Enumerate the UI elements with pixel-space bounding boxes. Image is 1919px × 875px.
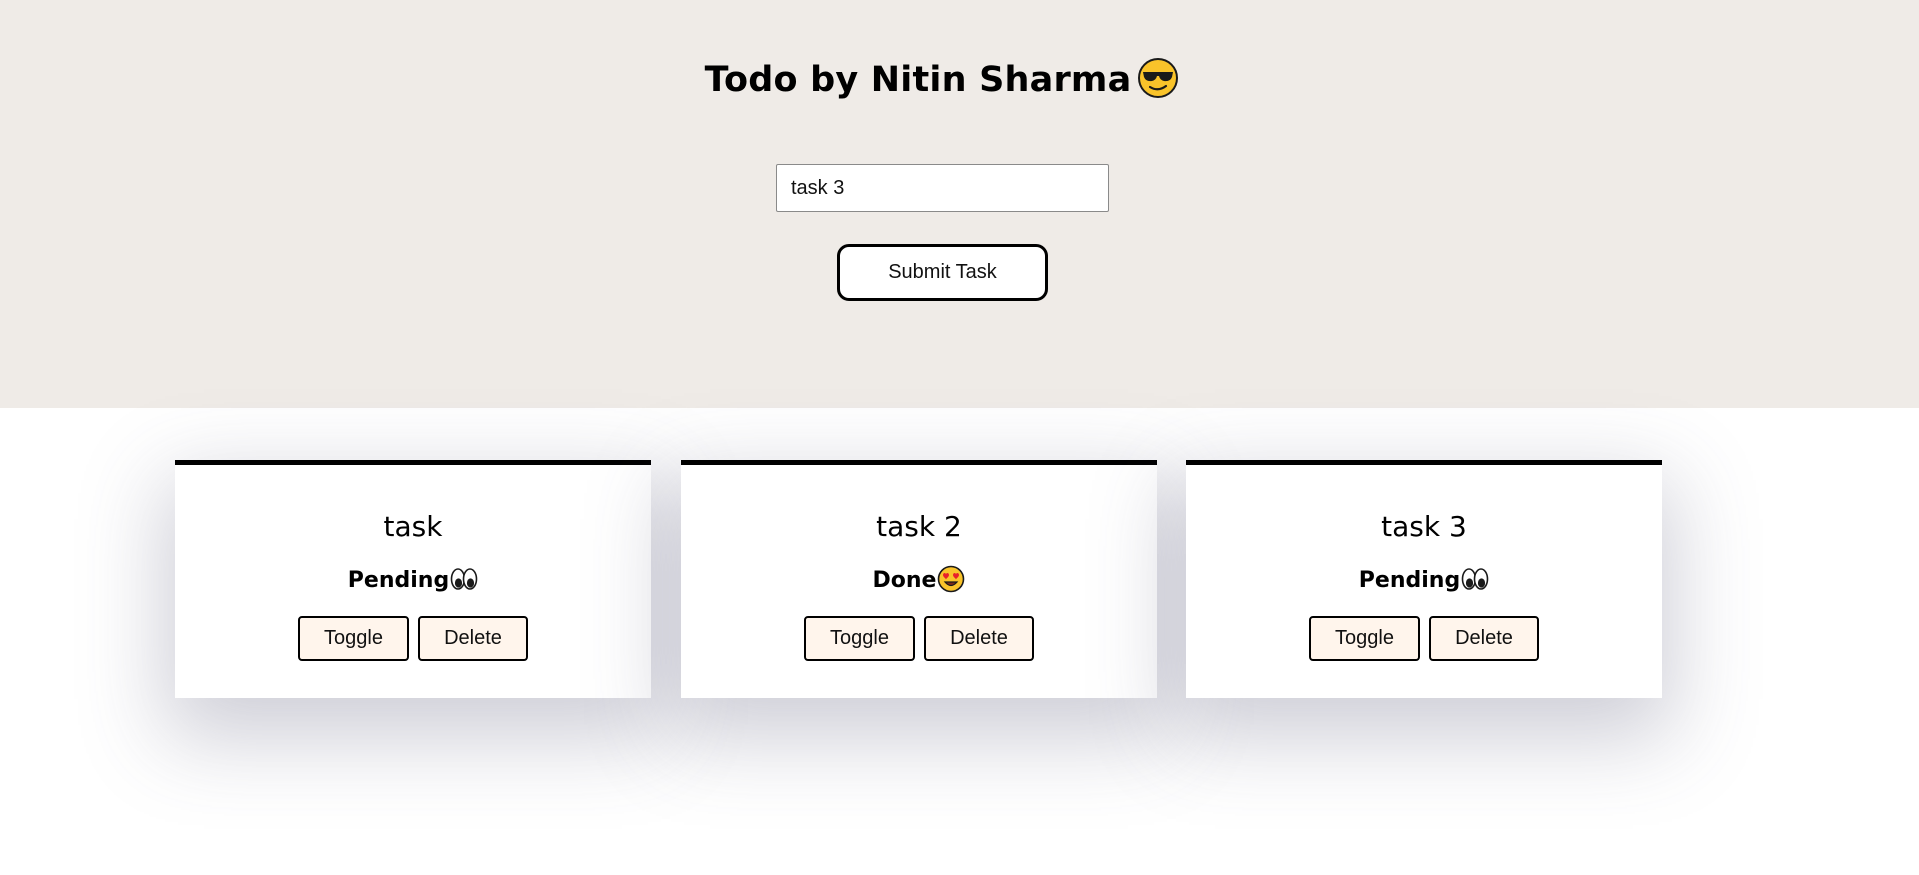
task-card: task Pending Toggle Delete bbox=[175, 460, 651, 698]
task-title: task bbox=[383, 510, 443, 543]
delete-button[interactable]: Delete bbox=[1429, 616, 1539, 661]
submit-task-button[interactable]: Submit Task bbox=[837, 244, 1048, 301]
task-card: task 3 Pending Toggle Delete bbox=[1186, 460, 1662, 698]
header-section: Todo by Nitin Sharma Submit Task bbox=[0, 0, 1919, 408]
task-status: Done bbox=[681, 565, 1157, 595]
task-card: task 2 Done Toggle Delete bbox=[681, 460, 1157, 698]
delete-button[interactable]: Delete bbox=[418, 616, 528, 661]
task-status-text: Pending bbox=[1358, 568, 1461, 593]
smiling-face-with-sunglasses-icon bbox=[1137, 57, 1179, 99]
task-actions: Toggle Delete bbox=[1186, 616, 1662, 661]
page-title: Todo by Nitin Sharma bbox=[0, 56, 1884, 104]
eyes-icon bbox=[450, 565, 478, 593]
task-status-text: Pending bbox=[347, 568, 450, 593]
heart-eyes-face-icon bbox=[937, 565, 965, 593]
task-input[interactable] bbox=[776, 164, 1109, 212]
toggle-button[interactable]: Toggle bbox=[1309, 616, 1420, 661]
task-actions: Toggle Delete bbox=[175, 616, 651, 661]
toggle-button[interactable]: Toggle bbox=[298, 616, 409, 661]
task-actions: Toggle Delete bbox=[681, 616, 1157, 661]
task-status: Pending bbox=[1186, 565, 1662, 595]
task-title: task 2 bbox=[876, 510, 962, 543]
toggle-button[interactable]: Toggle bbox=[804, 616, 915, 661]
eyes-icon bbox=[1461, 565, 1489, 593]
task-status: Pending bbox=[175, 565, 651, 595]
delete-button[interactable]: Delete bbox=[924, 616, 1034, 661]
task-status-text: Done bbox=[872, 568, 937, 593]
page-title-text: Todo by Nitin Sharma bbox=[704, 60, 1132, 100]
task-title: task 3 bbox=[1381, 510, 1467, 543]
